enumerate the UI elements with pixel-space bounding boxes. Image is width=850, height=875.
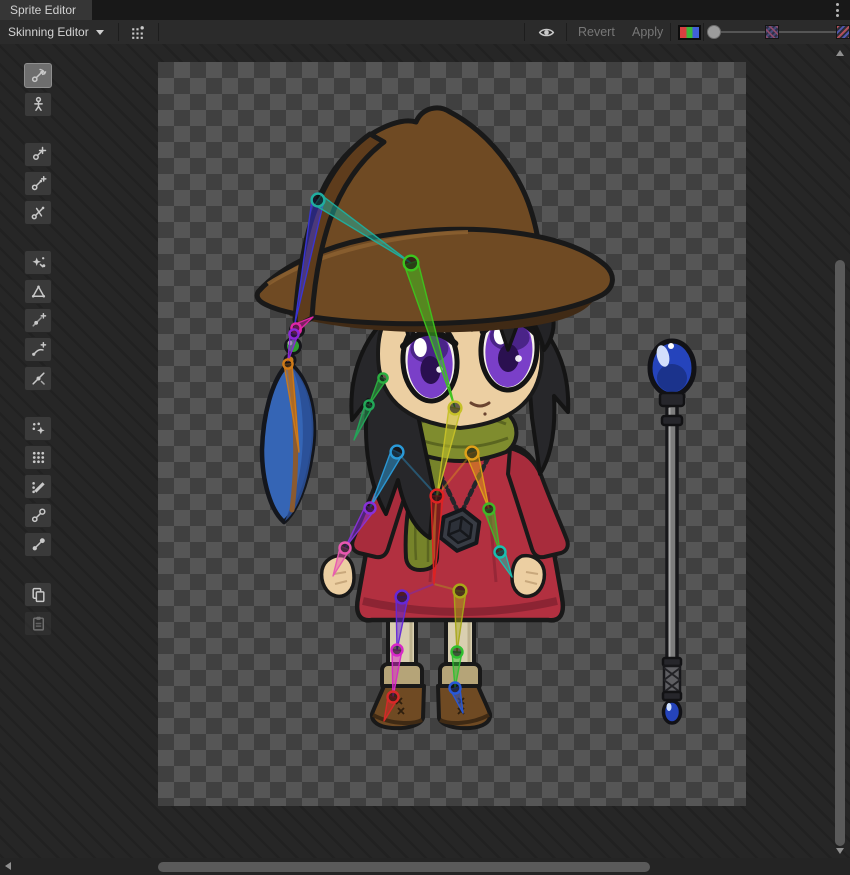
slider-handle[interactable] <box>707 25 721 39</box>
scrollbar-corner <box>832 858 850 875</box>
eye-icon <box>538 24 555 41</box>
slider-track[interactable] <box>713 31 845 33</box>
paste-icon <box>30 615 47 632</box>
vertical-scrollbar[interactable] <box>832 46 848 858</box>
toolbar-separator <box>158 23 159 41</box>
tool-auto-geometry[interactable] <box>24 250 52 275</box>
sprite-sheet-toggle-button[interactable] <box>124 22 150 42</box>
scroll-up-arrow-icon[interactable] <box>836 50 844 56</box>
sprite-canvas[interactable] <box>158 62 746 806</box>
tool-bone-influence[interactable] <box>24 503 52 528</box>
tool-create-vertex[interactable] <box>24 308 52 333</box>
sprite-sheet-icon <box>129 24 146 41</box>
tool-weight-slider[interactable] <box>24 445 52 470</box>
weight-stripes-icon <box>836 25 850 39</box>
horizontal-scrollbar[interactable] <box>0 858 850 875</box>
tool-sprite-influence[interactable] <box>24 532 52 557</box>
scroll-down-arrow-icon[interactable] <box>836 848 844 854</box>
scroll-left-arrow-icon[interactable] <box>5 862 11 870</box>
toolbar-separator <box>670 23 671 41</box>
workspace-background <box>0 44 850 875</box>
toolbar-separator <box>118 23 119 41</box>
toolbar-separator <box>566 23 567 41</box>
tool-preview-pose[interactable] <box>24 63 52 88</box>
horizontal-scroll-thumb[interactable] <box>158 862 650 872</box>
tool-auto-weights[interactable] <box>24 416 52 441</box>
vertical-scroll-thumb[interactable] <box>835 260 845 846</box>
tool-restore-bind-pose[interactable] <box>24 92 52 117</box>
weight-slider-icon <box>30 449 47 466</box>
tool-paste[interactable] <box>24 611 52 636</box>
create-bone-icon <box>30 175 47 192</box>
dropdown-label: Skinning Editor <box>8 25 89 39</box>
create-edge-icon <box>30 341 47 358</box>
toolbar: Skinning Editor Revert Apply <box>0 20 850 45</box>
toolbar-separator <box>524 23 525 41</box>
tab-strip: Sprite Editor <box>0 0 850 20</box>
weight-brush-icon <box>30 478 47 495</box>
kebab-menu-icon[interactable] <box>832 3 842 17</box>
tab-sprite-editor[interactable]: Sprite Editor <box>0 0 92 20</box>
copy-icon <box>30 586 47 603</box>
auto-geometry-icon <box>30 254 47 271</box>
skinning-editor-dropdown[interactable]: Skinning Editor <box>8 20 104 44</box>
bone-color-swatch[interactable] <box>678 25 701 40</box>
preview-pose-icon <box>30 67 47 84</box>
tool-sidebar <box>24 63 52 661</box>
opacity-slider[interactable] <box>706 20 850 44</box>
restore-bind-pose-icon <box>30 96 47 113</box>
character-sprite <box>257 108 612 728</box>
edit-geometry-icon <box>30 283 47 300</box>
visibility-button[interactable] <box>533 22 559 42</box>
tool-create-bone[interactable] <box>24 171 52 196</box>
tool-split-edge[interactable] <box>24 366 52 391</box>
apply-button[interactable]: Apply <box>624 20 671 44</box>
sprite-influence-icon <box>30 536 47 553</box>
split-edge-icon <box>30 370 47 387</box>
tab-title: Sprite Editor <box>10 3 76 17</box>
split-bone-icon <box>30 204 47 221</box>
tool-split-bone[interactable] <box>24 200 52 225</box>
sprite-editor-window: Sprite Editor Skinning Editor Revert App… <box>0 0 850 875</box>
tool-edit-joints[interactable] <box>24 142 52 167</box>
tool-edit-geometry[interactable] <box>24 279 52 304</box>
create-vertex-icon <box>30 312 47 329</box>
tool-create-edge[interactable] <box>24 337 52 362</box>
tool-weight-brush[interactable] <box>24 474 52 499</box>
bone-influence-icon <box>30 507 47 524</box>
edit-joints-icon <box>30 146 47 163</box>
auto-weights-icon <box>30 420 47 437</box>
revert-button[interactable]: Revert <box>570 20 623 44</box>
chevron-down-icon <box>96 30 104 35</box>
staff-sprite <box>650 341 694 723</box>
sprite-thumbnail-icon <box>765 25 779 39</box>
tool-copy[interactable] <box>24 582 52 607</box>
toolbar-separator <box>703 23 704 41</box>
